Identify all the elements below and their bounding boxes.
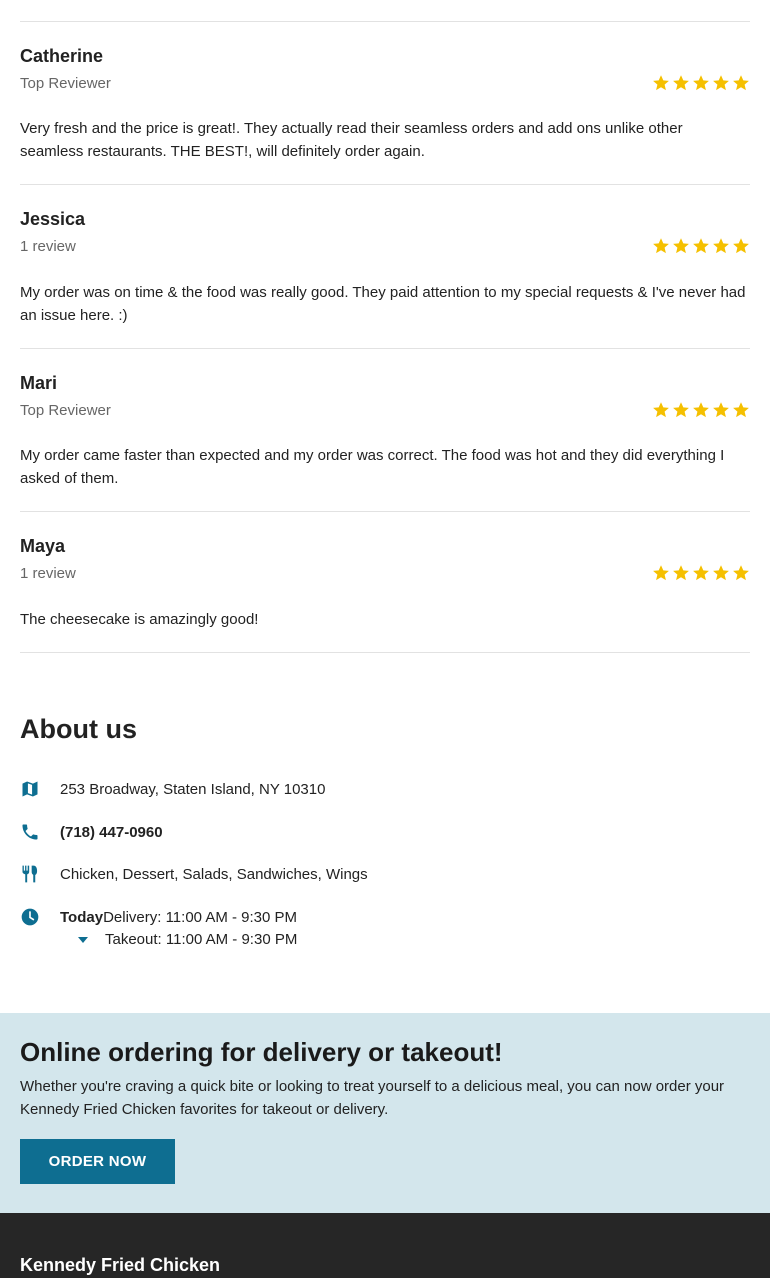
hours-block[interactable]: Today Delivery: 11:00 AM - 9:30 PM Takeo… <box>60 907 297 951</box>
star-rating <box>652 237 750 255</box>
address-row: 253 Broadway, Staten Island, NY 10310 <box>20 779 325 801</box>
hours-row: Today Delivery: 11:00 AM - 9:30 PM Takeo… <box>20 907 297 951</box>
star-icon <box>693 75 709 91</box>
star-icon <box>733 565 749 581</box>
review-item: Jessica 1 review My order was on time & … <box>20 185 750 349</box>
star-rating <box>652 401 750 419</box>
star-icon <box>653 75 669 91</box>
reviewer-status: 1 review <box>20 565 76 582</box>
address-text[interactable]: 253 Broadway, Staten Island, NY 10310 <box>60 779 325 801</box>
review-item: Maya 1 review The cheesecake is amazingl… <box>20 512 750 653</box>
about-title: About us <box>20 714 137 744</box>
star-icon <box>733 75 749 91</box>
star-rating <box>652 74 750 92</box>
promo-banner: Online ordering for delivery or takeout!… <box>0 1013 770 1213</box>
star-icon <box>653 402 669 418</box>
reviewer-status: Top Reviewer <box>20 402 111 419</box>
footer-title: Kennedy Fried Chicken <box>20 1255 221 1275</box>
utensils-icon <box>20 864 40 884</box>
phone-icon <box>20 822 40 842</box>
star-icon <box>653 565 669 581</box>
phone-row: (718) 447-0960 <box>20 822 163 844</box>
reviewer-name: Mari <box>20 373 58 393</box>
order-now-button[interactable]: ORDER NOW <box>20 1139 175 1184</box>
star-icon <box>693 402 709 418</box>
star-icon <box>653 238 669 254</box>
star-icon <box>713 402 729 418</box>
phone-link[interactable]: (718) 447-0960 <box>60 822 163 844</box>
star-icon <box>713 238 729 254</box>
star-icon <box>733 402 749 418</box>
promo-text: Whether you're craving a quick bite or l… <box>20 1078 725 1118</box>
review-text: Very fresh and the price is great!. They… <box>20 120 683 160</box>
star-icon <box>733 238 749 254</box>
reviewer-name: Catherine <box>20 46 104 66</box>
cuisines-row: Chicken, Dessert, Salads, Sandwiches, Wi… <box>20 864 368 886</box>
star-icon <box>673 75 689 91</box>
star-rating <box>652 564 750 582</box>
star-icon <box>673 238 689 254</box>
star-icon <box>713 75 729 91</box>
map-icon <box>20 779 40 799</box>
reviewer-name: Maya <box>20 536 66 556</box>
review-text: My order came faster than expected and m… <box>20 447 725 487</box>
review-item: Catherine Top Reviewer Very fresh and th… <box>20 22 750 185</box>
review-text: The cheesecake is amazingly good! <box>20 611 259 628</box>
caret-down-icon[interactable] <box>60 929 105 951</box>
reviewer-name: Jessica <box>20 209 86 229</box>
review-item: Mari Top Reviewer My order came faster t… <box>20 349 750 512</box>
reviewer-status: 1 review <box>20 238 76 255</box>
star-icon <box>673 402 689 418</box>
review-text: My order was on time & the food was real… <box>20 284 746 324</box>
cuisines-text: Chicken, Dessert, Salads, Sandwiches, Wi… <box>60 866 368 883</box>
promo-title: Online ordering for delivery or takeout! <box>20 1037 503 1067</box>
star-icon <box>693 565 709 581</box>
reviewer-status: Top Reviewer <box>20 75 111 92</box>
star-icon <box>693 238 709 254</box>
footer: Kennedy Fried Chicken <box>0 1213 770 1278</box>
star-icon <box>673 565 689 581</box>
star-icon <box>713 565 729 581</box>
takeout-hours: Takeout: 11:00 AM - 9:30 PM <box>105 931 298 948</box>
delivery-hours: Delivery: 11:00 AM - 9:30 PM <box>103 909 298 926</box>
hours-day-label: Today <box>60 909 104 926</box>
clock-icon <box>20 907 40 927</box>
